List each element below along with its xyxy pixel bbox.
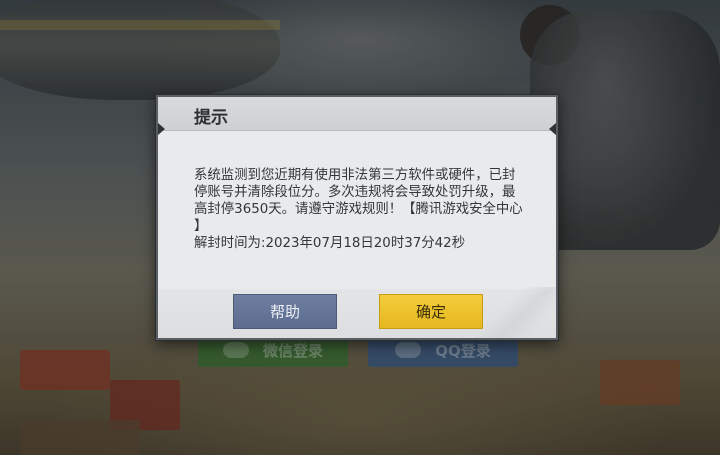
side-watermark-decoration <box>166 135 180 285</box>
confirm-button[interactable]: 确定 <box>379 294 483 329</box>
unban-time-text: 解封时间为:2023年07月18日20时37分42秒 <box>194 236 466 251</box>
message-line: 系统监测到您近期有使用非法第三方软件或硬件，已封 <box>194 168 516 183</box>
message-line: 】 <box>194 219 208 234</box>
right-corner-notch-icon <box>549 123 556 135</box>
dialog-header: 提示 <box>158 97 556 131</box>
message-line: 高封停3650天。请遵守游戏规则！【腾讯游戏安全中心 <box>194 202 523 217</box>
dialog-message: 系统监测到您近期有使用非法第三方软件或硬件，已封 停账号并清除段位分。多次违规将… <box>194 167 534 252</box>
help-button[interactable]: 帮助 <box>233 294 337 329</box>
dialog-title: 提示 <box>194 108 228 128</box>
message-line: 停账号并清除段位分。多次违规将会导致处罚升级，最 <box>194 185 516 200</box>
ban-notice-dialog: 提示 系统监测到您近期有使用非法第三方软件或硬件，已封 停账号并清除段位分。多次… <box>156 95 558 340</box>
left-corner-notch-icon <box>158 123 165 135</box>
